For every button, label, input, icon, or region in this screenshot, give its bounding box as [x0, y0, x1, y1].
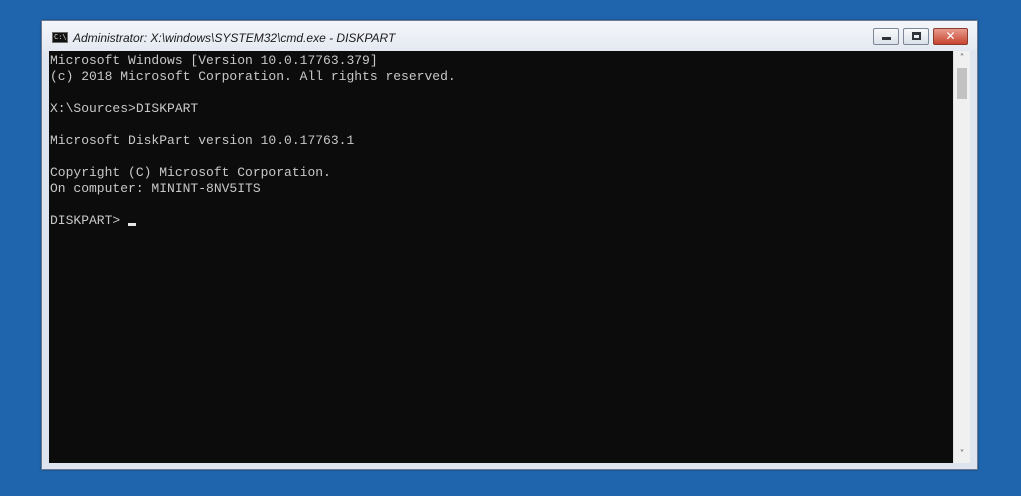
console-output[interactable]: Microsoft Windows [Version 10.0.17763.37… [49, 51, 953, 463]
prompt-line[interactable]: DISKPART> [50, 213, 456, 229]
console-app-icon[interactable]: C:\ [52, 32, 68, 43]
scroll-up-arrow-icon[interactable]: ˄ [954, 51, 970, 67]
text-cursor [128, 223, 137, 226]
maximize-button[interactable] [903, 28, 929, 45]
console-line: X:\Sources>DISKPART [50, 101, 199, 116]
console-lines: Microsoft Windows [Version 10.0.17763.37… [50, 53, 456, 229]
minimize-button[interactable] [873, 28, 899, 45]
scrollbar-thumb[interactable] [957, 68, 967, 99]
scroll-down-arrow-icon[interactable]: ˅ [954, 447, 970, 463]
console-line: Microsoft Windows [Version 10.0.17763.37… [50, 53, 378, 68]
close-button[interactable]: ✕ [933, 28, 968, 45]
window-title: Administrator: X:\windows\SYSTEM32\cmd.e… [73, 31, 396, 45]
minimize-icon [882, 37, 891, 40]
title-bar[interactable]: C:\ Administrator: X:\windows\SYSTEM32\c… [42, 21, 977, 51]
console-app-icon-label: C:\ [54, 33, 67, 41]
close-icon: ✕ [945, 29, 956, 43]
console-line: Copyright (C) Microsoft Corporation. [50, 165, 331, 180]
desktop-background: C:\ Administrator: X:\windows\SYSTEM32\c… [0, 0, 1021, 496]
vertical-scrollbar[interactable]: ˄ ˅ [953, 51, 970, 463]
maximize-icon [912, 32, 921, 40]
console-line: Microsoft DiskPart version 10.0.17763.1 [50, 133, 355, 148]
cmd-window[interactable]: C:\ Administrator: X:\windows\SYSTEM32\c… [41, 20, 978, 470]
window-controls: ✕ [869, 28, 968, 45]
console-line: On computer: MININT-8NV5ITS [50, 181, 261, 196]
console-line: (c) 2018 Microsoft Corporation. All righ… [50, 69, 456, 84]
diskpart-prompt: DISKPART> [50, 213, 121, 228]
